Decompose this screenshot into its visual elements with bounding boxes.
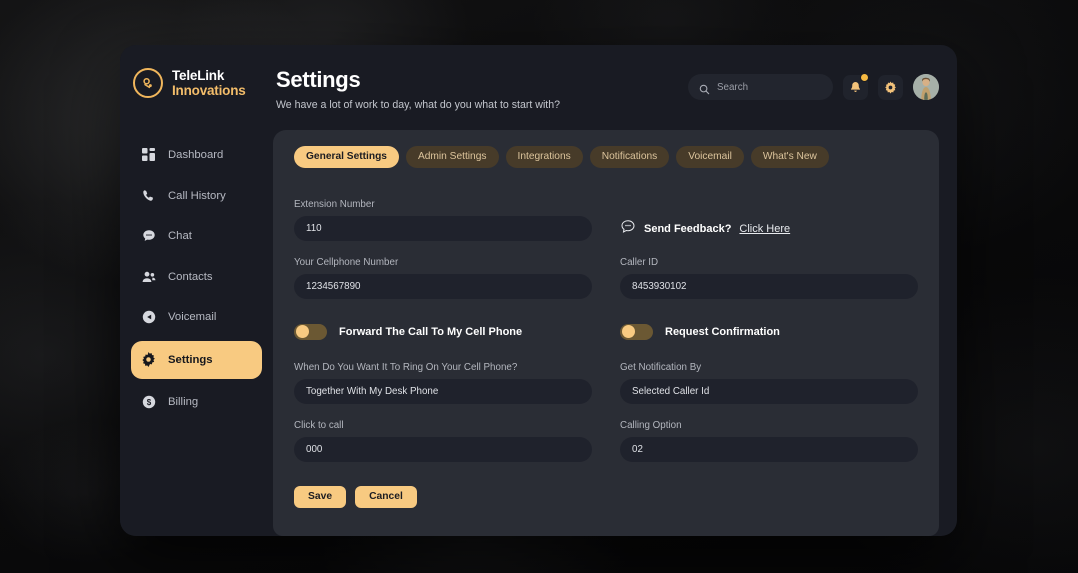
field-label: Extension Number: [294, 198, 375, 210]
save-button[interactable]: Save: [294, 485, 347, 508]
phone-icon: [141, 188, 156, 203]
field-calling-option: Calling Option: [620, 420, 918, 462]
page-title: Settings: [276, 67, 361, 92]
tab-notifications[interactable]: Notifications: [589, 145, 670, 168]
field-label: When Do You Want It To Ring On Your Cell…: [294, 361, 518, 373]
settings-button[interactable]: [878, 74, 903, 100]
voicemail-icon: [141, 310, 156, 325]
tab-integrations[interactable]: Integrations: [505, 145, 583, 168]
tab-whats-new[interactable]: What's New: [750, 145, 829, 168]
top-bar: Settings We have a lot of work to day, w…: [273, 67, 939, 111]
sidebar-item-label: Dashboard: [168, 149, 224, 162]
sidebar-item-contacts[interactable]: Contacts: [131, 260, 262, 294]
sidebar-item-chat[interactable]: Chat: [131, 219, 262, 253]
contacts-icon: [141, 269, 156, 284]
sidebar-item-voicemail[interactable]: Voicemail: [131, 300, 262, 334]
notifications-button[interactable]: [843, 72, 869, 100]
toggle-knob: [621, 325, 635, 339]
tab-general-settings[interactable]: General Settings: [294, 145, 399, 168]
main-area: Settings We have a lot of work to day, w…: [273, 45, 957, 536]
field-label: Calling Option: [620, 419, 682, 431]
speech-bubble-icon: [620, 219, 636, 240]
user-avatar[interactable]: [913, 74, 939, 100]
brand-name-line1: TeleLink: [172, 68, 225, 83]
request-confirmation-toggle-label: Request Confirmation: [665, 325, 780, 338]
circular-ring-logo-icon: [133, 68, 163, 99]
dollar-icon: $: [141, 395, 156, 410]
field-label: Caller ID: [620, 256, 659, 268]
toggle-forward-call-row: Forward The Call To My Cell Phone: [294, 323, 592, 340]
grid-icon: [141, 148, 156, 163]
toggle-knob: [295, 325, 309, 339]
notification-badge: [860, 72, 869, 82]
search-box[interactable]: [688, 74, 833, 100]
extension-number-input[interactable]: [294, 215, 592, 241]
settings-tabs: General Settings Admin Settings Integrat…: [294, 145, 918, 168]
page-subtitle: We have a lot of work to day, what do yo…: [276, 98, 561, 111]
sidebar-item-label: Call History: [168, 189, 226, 202]
app-window: TeleLink Innovations Dashboard Call Hist…: [120, 45, 957, 536]
field-extension-number: Extension Number: [294, 199, 592, 241]
gear-icon: [141, 352, 156, 368]
sidebar: TeleLink Innovations Dashboard Call Hist…: [120, 45, 273, 536]
notification-by-input[interactable]: [620, 378, 918, 404]
sidebar-item-settings[interactable]: Settings: [131, 340, 262, 379]
sidebar-item-label: Settings: [168, 353, 213, 366]
form-actions: Save Cancel: [294, 485, 918, 508]
send-feedback-group: Send Feedback? Click Here: [620, 217, 918, 242]
top-bar-actions: [688, 72, 939, 100]
field-notification-by: Get Notification By: [620, 362, 918, 404]
toggle-request-confirmation-row: Request Confirmation: [620, 323, 918, 340]
forward-call-toggle[interactable]: [294, 323, 327, 340]
tab-voicemail[interactable]: Voicemail: [676, 145, 744, 168]
field-click-to-call: Click to call: [294, 420, 592, 462]
sidebar-item-billing[interactable]: $ Billing: [131, 385, 262, 419]
settings-card: General Settings Admin Settings Integrat…: [273, 129, 939, 536]
field-caller-id: Caller ID: [620, 257, 918, 299]
sidebar-item-dashboard[interactable]: Dashboard: [131, 138, 262, 172]
cellphone-number-input[interactable]: [294, 273, 592, 299]
tab-admin-settings[interactable]: Admin Settings: [405, 145, 499, 168]
brand-logo: TeleLink Innovations: [120, 68, 273, 99]
brand-name-line2: Innovations: [172, 83, 246, 99]
sidebar-item-call-history[interactable]: Call History: [131, 179, 262, 213]
field-label: Your Cellphone Number: [294, 256, 399, 268]
sidebar-item-label: Chat: [168, 230, 192, 243]
sidebar-nav: Dashboard Call History Chat Contacts Voi…: [120, 138, 273, 423]
caller-id-input[interactable]: [620, 273, 918, 299]
svg-text:$: $: [146, 398, 151, 407]
field-ring-when: When Do You Want It To Ring On Your Cell…: [294, 362, 592, 404]
send-feedback-label: Send Feedback?: [644, 223, 732, 236]
request-confirmation-toggle[interactable]: [620, 323, 653, 340]
search-input[interactable]: [717, 81, 822, 93]
field-cellphone-number: Your Cellphone Number: [294, 257, 592, 299]
forward-call-toggle-label: Forward The Call To My Cell Phone: [339, 325, 523, 338]
field-label: Click to call: [294, 419, 344, 431]
field-label: Get Notification By: [620, 361, 702, 373]
sidebar-item-label: Billing: [168, 396, 199, 409]
send-feedback-row: Send Feedback? Click Here: [620, 199, 918, 257]
sidebar-item-label: Contacts: [168, 270, 213, 283]
ring-when-input[interactable]: [294, 378, 592, 404]
sidebar-item-label: Voicemail: [168, 311, 217, 324]
send-feedback-link[interactable]: Click Here: [739, 223, 790, 235]
calling-option-input[interactable]: [620, 436, 918, 462]
page-heading-group: Settings We have a lot of work to day, w…: [276, 67, 560, 111]
cancel-button[interactable]: Cancel: [355, 485, 417, 508]
settings-form: Extension Number 110 Send Feedback? Clic…: [294, 199, 918, 478]
search-icon: [699, 82, 710, 94]
click-to-call-input[interactable]: [294, 436, 592, 462]
chat-icon: [141, 229, 156, 244]
